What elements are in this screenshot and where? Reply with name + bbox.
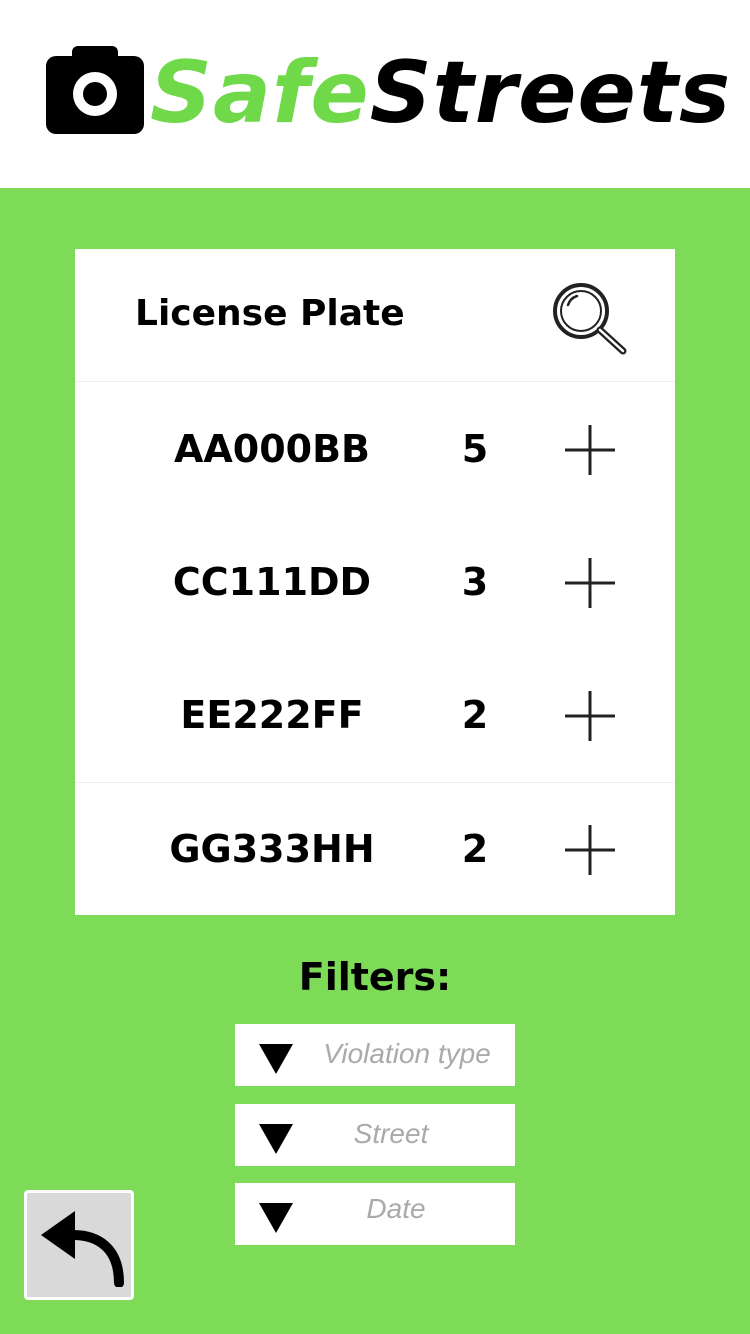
license-plate: CC111DD: [172, 560, 372, 604]
app-header: SafeStreets: [0, 0, 750, 188]
table-row: EE222FF 2: [75, 649, 675, 782]
table-header: License Plate: [75, 249, 675, 382]
violation-count: 2: [461, 693, 489, 737]
logo-text-streets: Streets: [369, 43, 732, 143]
violation-type-dropdown[interactable]: Violation type: [235, 1024, 515, 1086]
dropdown-placeholder: Street: [353, 1118, 429, 1149]
plus-icon[interactable]: [563, 823, 617, 877]
date-dropdown[interactable]: Date: [235, 1183, 515, 1245]
table-row: AA000BB 5: [75, 383, 675, 516]
table-row: CC111DD 3: [75, 516, 675, 649]
license-plate-table: License Plate AA000BB 5 CC111DD 3 EE222F…: [75, 249, 675, 915]
search-icon[interactable]: [551, 281, 629, 357]
license-plate: GG333HH: [169, 827, 375, 871]
logo-text-safe: Safe: [150, 43, 370, 143]
app-logo: SafeStreets: [150, 38, 731, 148]
back-arrow-icon: [41, 1211, 124, 1287]
violation-count: 2: [461, 827, 489, 871]
triangle-down-icon: [259, 1044, 293, 1074]
camera-icon: [46, 46, 144, 134]
dropdown-placeholder: Date: [366, 1193, 426, 1224]
license-plate: AA000BB: [173, 427, 371, 471]
violation-count: 3: [461, 560, 489, 604]
triangle-down-icon: [259, 1124, 293, 1154]
back-button[interactable]: [24, 1190, 134, 1300]
plus-icon[interactable]: [563, 423, 617, 477]
license-plate: EE222FF: [180, 693, 364, 737]
street-dropdown[interactable]: Street: [235, 1104, 515, 1166]
table-row: GG333HH 2: [75, 782, 675, 915]
dropdown-placeholder: Violation type: [323, 1038, 491, 1069]
violation-count: 5: [461, 427, 489, 471]
plus-icon[interactable]: [563, 556, 617, 610]
plus-icon[interactable]: [563, 689, 617, 743]
filters-label: Filters:: [298, 955, 452, 999]
table-title: License Plate: [135, 293, 405, 334]
triangle-down-icon: [259, 1203, 293, 1233]
